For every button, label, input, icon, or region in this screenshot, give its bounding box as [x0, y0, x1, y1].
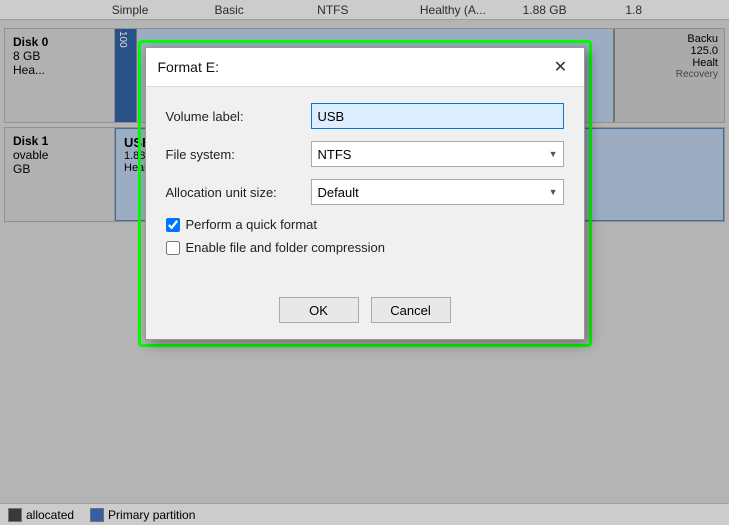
- dialog-title: Format E:: [158, 59, 219, 75]
- close-button[interactable]: ✕: [550, 56, 572, 78]
- modal-highlight: Format E: ✕ Volume label: File system: N…: [138, 40, 592, 347]
- modal-overlay: Format E: ✕ Volume label: File system: N…: [0, 0, 729, 525]
- dialog-body: Volume label: File system: NTFS FAT32 ex…: [146, 87, 584, 287]
- file-system-select[interactable]: NTFS FAT32 exFAT: [311, 141, 564, 167]
- file-system-select-wrapper: NTFS FAT32 exFAT: [311, 141, 564, 167]
- volume-label-row: Volume label:: [166, 103, 564, 129]
- allocation-unit-label: Allocation unit size:: [166, 185, 311, 200]
- cancel-button[interactable]: Cancel: [371, 297, 451, 323]
- compression-label: Enable file and folder compression: [186, 240, 385, 255]
- dialog-titlebar: Format E: ✕: [146, 48, 584, 87]
- allocation-unit-select-wrapper: Default 512 1024 2048 4096: [311, 179, 564, 205]
- quick-format-row: Perform a quick format: [166, 217, 564, 232]
- compression-row: Enable file and folder compression: [166, 240, 564, 255]
- checkbox-section: Perform a quick format Enable file and f…: [166, 217, 564, 255]
- ok-button[interactable]: OK: [279, 297, 359, 323]
- format-dialog: Format E: ✕ Volume label: File system: N…: [145, 47, 585, 340]
- compression-checkbox[interactable]: [166, 241, 180, 255]
- file-system-row: File system: NTFS FAT32 exFAT: [166, 141, 564, 167]
- allocation-unit-row: Allocation unit size: Default 512 1024 2…: [166, 179, 564, 205]
- file-system-label: File system:: [166, 147, 311, 162]
- volume-label-label: Volume label:: [166, 109, 311, 124]
- dialog-footer: OK Cancel: [146, 287, 584, 339]
- allocation-unit-select[interactable]: Default 512 1024 2048 4096: [311, 179, 564, 205]
- quick-format-checkbox[interactable]: [166, 218, 180, 232]
- volume-label-input[interactable]: [311, 103, 564, 129]
- quick-format-label: Perform a quick format: [186, 217, 318, 232]
